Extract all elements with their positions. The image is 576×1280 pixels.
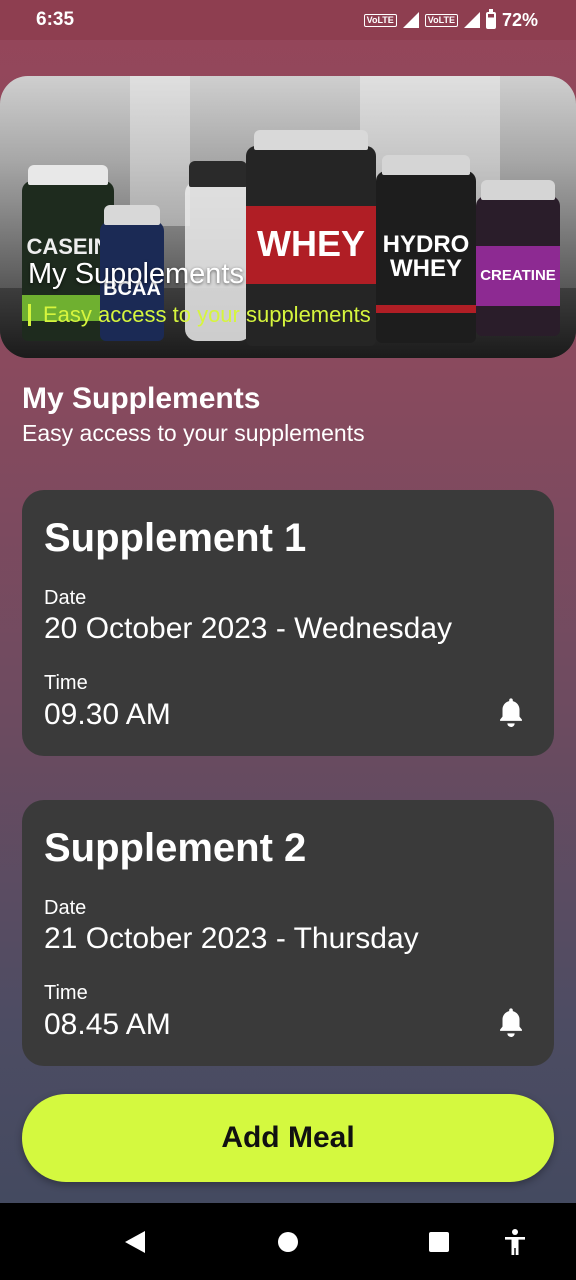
time-label: Time [44, 982, 88, 1004]
supplement-card[interactable]: Supplement 1 Date 20 October 2023 - Wedn… [22, 490, 554, 756]
supplement-card[interactable]: Supplement 2 Date 21 October 2023 - Thur… [22, 800, 554, 1066]
status-bar: 6:35 VoLTE VoLTE 72% [0, 0, 576, 40]
supplement-name: Supplement 1 [44, 516, 307, 560]
system-nav-bar [0, 1203, 576, 1280]
date-label: Date [44, 897, 87, 919]
signal-icon-1 [402, 12, 419, 28]
status-time: 6:35 [36, 9, 75, 30]
page-title: My Supplements [22, 382, 261, 415]
background-window [130, 76, 190, 226]
page-subtitle: Easy access to your supplements [22, 420, 365, 446]
bell-icon[interactable] [496, 696, 526, 730]
status-icons: VoLTE VoLTE 72% [363, 8, 538, 31]
recents-icon[interactable] [429, 1232, 449, 1252]
date-value: 20 October 2023 - Wednesday [44, 612, 453, 645]
add-meal-button[interactable]: Add Meal [22, 1094, 554, 1182]
accessibility-icon[interactable] [503, 1228, 527, 1256]
battery-icon [485, 8, 496, 29]
time-value: 09.30 AM [44, 698, 171, 731]
battery-level: 72% [501, 9, 538, 30]
volte-badge-2: VoLTE [424, 13, 458, 27]
app-screen: 6:35 VoLTE VoLTE 72% CASEIN BCAA WHEY HY… [0, 0, 576, 1203]
hero-title: My Supplements [28, 258, 244, 290]
back-icon[interactable] [125, 1231, 145, 1253]
date-label: Date [44, 587, 87, 609]
bell-icon[interactable] [496, 1006, 526, 1040]
supplement-jar-hydro-whey: HYDRO WHEY [376, 155, 476, 343]
home-icon[interactable] [278, 1232, 298, 1252]
time-value: 08.45 AM [44, 1008, 171, 1041]
time-label: Time [44, 672, 88, 694]
signal-icon-2 [463, 12, 480, 28]
supplement-jar-creatine: CREATINE [476, 180, 560, 336]
hero-banner: CASEIN BCAA WHEY HYDRO WHEY CREATINE My … [0, 76, 576, 358]
date-value: 21 October 2023 - Thursday [44, 922, 419, 955]
hero-subtitle: Easy access to your supplements [28, 304, 371, 326]
volte-badge-1: VoLTE [363, 13, 397, 27]
supplement-name: Supplement 2 [44, 826, 307, 870]
